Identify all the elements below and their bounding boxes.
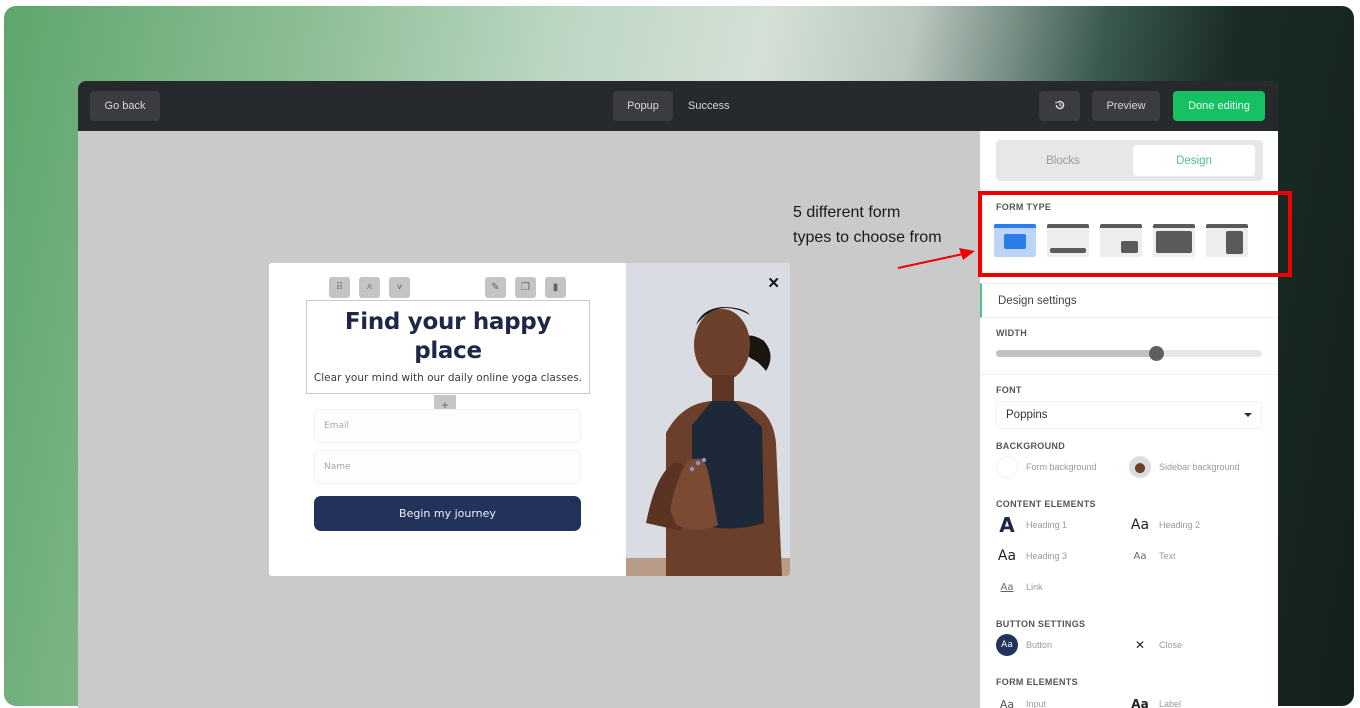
editor-toolbar: Go back Popup Success Preview Done editi… bbox=[78, 81, 1278, 131]
caret-down-icon bbox=[1244, 413, 1252, 417]
form-background-option[interactable]: Form background bbox=[996, 456, 1097, 478]
done-editing-button[interactable]: Done editing bbox=[1173, 91, 1265, 121]
history-button[interactable] bbox=[1039, 91, 1080, 121]
drag-handle-button[interactable]: ⠿ bbox=[329, 277, 350, 298]
move-up-button[interactable]: ˄ bbox=[359, 277, 380, 298]
heading1-glyph-icon: A bbox=[999, 513, 1015, 537]
annotation-arrow-icon bbox=[897, 248, 975, 269]
font-select[interactable]: Poppins bbox=[996, 401, 1262, 429]
duplicate-block-button[interactable]: ❐ bbox=[515, 277, 536, 298]
go-back-button[interactable]: Go back bbox=[90, 91, 160, 121]
form-editor-window: Go back Popup Success Preview Done editi… bbox=[78, 81, 1278, 708]
pencil-icon: ✎ bbox=[491, 282, 500, 293]
preview-button[interactable]: Preview bbox=[1092, 91, 1160, 121]
trash-icon: ▮ bbox=[552, 282, 559, 293]
text-block-selected[interactable]: Find your happy place Clear your mind wi… bbox=[306, 300, 590, 394]
panel-tabs: Blocks Design bbox=[996, 140, 1263, 181]
width-slider-thumb[interactable] bbox=[1148, 346, 1164, 361]
tab-design[interactable]: Design bbox=[1133, 145, 1255, 176]
sidebar-background-option[interactable]: Sidebar background bbox=[1129, 456, 1240, 478]
heading1-option[interactable]: A Heading 1 bbox=[996, 513, 1068, 537]
content-elements-label: CONTENT ELEMENTS bbox=[996, 499, 1096, 509]
popup-sidebar-image: ✕ bbox=[626, 263, 790, 576]
popup-heading: Find your happy place bbox=[307, 308, 589, 366]
popup-preview: ⠿ ˄ ˅ ✎ ❐ ▮ Find your happy place Clear … bbox=[269, 263, 790, 576]
label-glyph-icon: Aa bbox=[1131, 697, 1149, 708]
heading-line-2: place bbox=[414, 338, 482, 364]
form-background-label: Form background bbox=[1026, 462, 1097, 472]
input-label: Input bbox=[1026, 699, 1047, 708]
width-slider[interactable] bbox=[996, 346, 1262, 361]
input-style-option[interactable]: Aa Input bbox=[996, 693, 1046, 708]
sidebar-background-label: Sidebar background bbox=[1159, 462, 1240, 472]
begin-journey-button[interactable]: Begin my journey bbox=[314, 496, 581, 531]
font-label: FONT bbox=[996, 385, 1022, 395]
copy-icon: ❐ bbox=[521, 282, 530, 293]
text-option[interactable]: Aa Text bbox=[1129, 545, 1176, 567]
heading3-option[interactable]: Aa Heading 3 bbox=[996, 545, 1067, 567]
popup-form-area: ⠿ ˄ ˅ ✎ ❐ ▮ Find your happy place Clear … bbox=[269, 263, 626, 576]
background-label: BACKGROUND bbox=[996, 441, 1065, 451]
popup-subheading: Clear your mind with our daily online yo… bbox=[313, 372, 583, 384]
link-label: Link bbox=[1026, 582, 1043, 592]
delete-block-button[interactable]: ▮ bbox=[545, 277, 566, 298]
drag-handle-icon: ⠿ bbox=[335, 282, 344, 293]
close-style-option[interactable]: ✕ Close bbox=[1129, 634, 1182, 656]
chevron-down-icon: ˅ bbox=[396, 282, 403, 293]
heading-line-1: Find your happy bbox=[344, 309, 552, 335]
name-field[interactable]: Name bbox=[314, 450, 581, 484]
tab-success[interactable]: Success bbox=[688, 91, 730, 121]
tab-blocks[interactable]: Blocks bbox=[1000, 145, 1126, 176]
width-label: WIDTH bbox=[996, 328, 1027, 338]
heading3-glyph-icon: Aa bbox=[997, 548, 1017, 564]
button-settings-label: BUTTON SETTINGS bbox=[996, 619, 1086, 629]
close-label: Close bbox=[1159, 640, 1183, 650]
heading1-label: Heading 1 bbox=[1026, 520, 1068, 530]
form-type-highlight-box bbox=[978, 191, 1292, 277]
tab-popup[interactable]: Popup bbox=[613, 91, 673, 121]
history-icon bbox=[1054, 99, 1066, 114]
text-glyph-icon: Aa bbox=[1133, 550, 1147, 562]
heading2-label: Heading 2 bbox=[1159, 520, 1201, 530]
yoga-woman-image bbox=[626, 263, 790, 576]
heading3-label: Heading 3 bbox=[1026, 551, 1068, 561]
annotation-line-1: 5 different form bbox=[793, 204, 901, 221]
form-elements-label: FORM ELEMENTS bbox=[996, 677, 1078, 687]
image-thumbnail-icon bbox=[1129, 456, 1151, 478]
label-label: Label bbox=[1159, 699, 1182, 708]
white-swatch-icon bbox=[996, 456, 1018, 478]
heading2-option[interactable]: Aa Heading 2 bbox=[1129, 514, 1200, 536]
width-slider-fill bbox=[996, 350, 1156, 357]
edit-block-button[interactable]: ✎ bbox=[485, 277, 506, 298]
divider bbox=[980, 374, 1278, 375]
chevron-up-icon: ˄ bbox=[366, 282, 373, 293]
label-style-option[interactable]: Aa Label bbox=[1129, 693, 1181, 708]
move-down-button[interactable]: ˅ bbox=[389, 277, 410, 298]
button-style-option[interactable]: Aa Button bbox=[996, 634, 1052, 656]
link-option[interactable]: Aa Link bbox=[996, 576, 1043, 598]
link-glyph-icon: Aa bbox=[1000, 581, 1014, 593]
popup-close-button[interactable]: ✕ bbox=[767, 274, 780, 292]
close-glyph-icon: ✕ bbox=[1134, 638, 1146, 652]
font-select-value: Poppins bbox=[1006, 409, 1048, 421]
email-field[interactable]: Email bbox=[314, 409, 581, 443]
button-glyph-icon: Aa bbox=[996, 634, 1018, 656]
button-label: Button bbox=[1026, 640, 1053, 650]
text-label: Text bbox=[1159, 551, 1176, 561]
input-glyph-icon: Aa bbox=[999, 697, 1015, 708]
design-settings-section[interactable]: Design settings bbox=[980, 283, 1278, 318]
heading2-glyph-icon: Aa bbox=[1130, 517, 1150, 533]
